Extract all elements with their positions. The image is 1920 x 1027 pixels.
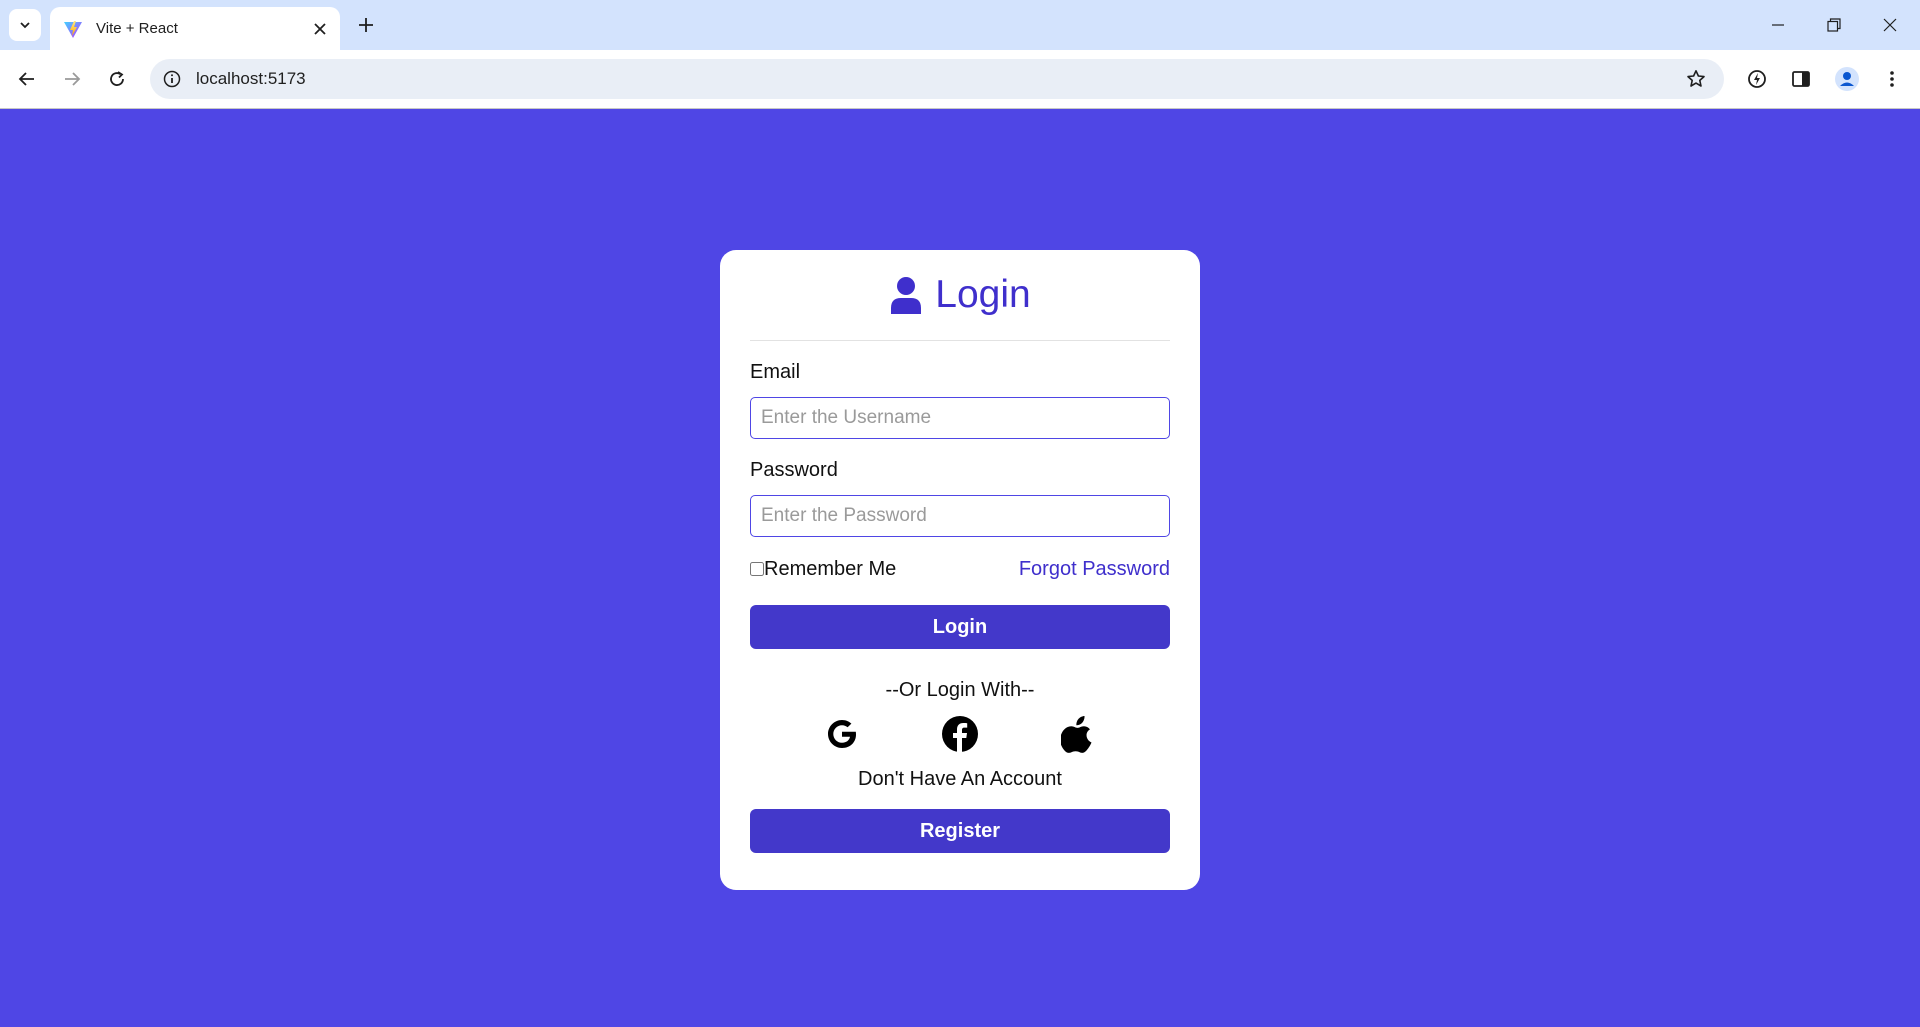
tab-search-button[interactable]: [9, 9, 41, 41]
performance-button[interactable]: [1739, 61, 1775, 97]
chevron-down-icon: [20, 22, 30, 29]
browser-tab[interactable]: Vite + React: [50, 7, 340, 50]
menu-button[interactable]: [1874, 61, 1910, 97]
arrow-right-icon: [65, 72, 81, 86]
profile-button[interactable]: [1829, 61, 1865, 97]
email-label: Email: [750, 361, 801, 383]
remember-me-label: Remember Me: [764, 557, 897, 580]
google-icon[interactable]: [822, 714, 862, 754]
register-button[interactable]: Register: [750, 809, 1170, 853]
browser-toolbar: localhost:5173: [0, 50, 1920, 109]
login-options-row: Remember Me Forgot Password: [750, 557, 1170, 581]
performance-icon: [1748, 70, 1766, 88]
more-vert-icon: [1890, 71, 1894, 87]
close-tab-icon[interactable]: [308, 17, 332, 41]
facebook-icon[interactable]: [940, 714, 980, 754]
login-header: Login: [750, 250, 1170, 341]
address-bar[interactable]: localhost:5173: [150, 59, 1724, 99]
alt-login-text: --Or Login With--: [885, 679, 1035, 701]
restore-icon: [1827, 18, 1841, 32]
tab-strip: Vite + React: [0, 0, 1920, 50]
new-tab-button[interactable]: [350, 9, 382, 41]
site-info-icon[interactable]: [160, 67, 184, 91]
arrow-left-icon: [18, 72, 34, 86]
password-label: Password: [750, 459, 838, 481]
side-panel-icon: [1792, 71, 1810, 87]
reload-icon: [110, 71, 124, 86]
restore-button[interactable]: [1806, 0, 1862, 50]
vite-logo-icon: [62, 18, 84, 40]
profile-avatar-icon: [1835, 67, 1859, 91]
email-field[interactable]: [750, 397, 1170, 439]
social-login-row: [750, 714, 1170, 754]
remember-me[interactable]: Remember Me: [750, 558, 896, 581]
no-account-text: Don't Have An Account: [858, 768, 1062, 790]
minimize-button[interactable]: [1750, 0, 1806, 50]
close-window-button[interactable]: [1862, 0, 1918, 50]
user-icon: [891, 277, 922, 314]
remember-me-checkbox[interactable]: [750, 562, 764, 576]
login-card: Login Email Password Remember Me Forgot …: [720, 250, 1200, 890]
url-text: localhost:5173: [196, 69, 306, 88]
password-field[interactable]: [750, 495, 1170, 537]
back-button[interactable]: [9, 61, 45, 97]
apple-icon[interactable]: [1058, 714, 1098, 754]
tab-title: Vite + React: [96, 20, 178, 37]
side-panel-button[interactable]: [1783, 61, 1819, 97]
login-title: Login: [935, 273, 1031, 316]
forgot-password-link[interactable]: Forgot Password: [1019, 558, 1170, 581]
minimize-icon: [1772, 24, 1784, 26]
login-button[interactable]: Login: [750, 605, 1170, 649]
reload-button[interactable]: [99, 61, 135, 97]
plus-icon: [359, 18, 373, 32]
close-icon: [1883, 18, 1897, 32]
forward-button[interactable]: [54, 61, 90, 97]
bookmark-star-icon[interactable]: [1680, 63, 1712, 95]
